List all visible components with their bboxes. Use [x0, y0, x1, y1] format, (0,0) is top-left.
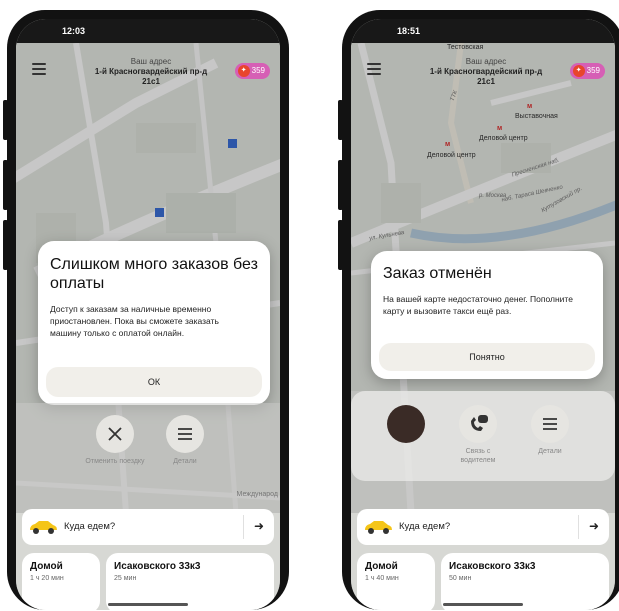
address-selector[interactable]: Ваш адрес 1-й Красногвардейский пр-д 21с… — [411, 57, 561, 87]
dialog-body: Доступ к заказам за наличные временно пр… — [50, 304, 219, 338]
favorite-subtitle: 1 ч 20 мин — [30, 575, 64, 582]
plus-icon: ✦ — [572, 65, 585, 77]
menu-icon — [367, 63, 381, 65]
details-label: Детали — [538, 448, 562, 455]
plus-points-badge[interactable]: ✦ 359 — [234, 63, 270, 79]
phone-side-button — [3, 100, 8, 140]
status-time: 18:51 — [397, 26, 421, 36]
favorite-title: Исаковского 33к3 — [449, 561, 536, 572]
plus-points-badge[interactable]: ✦ 359 — [569, 63, 605, 79]
driver-avatar[interactable] — [387, 405, 425, 443]
phone-right: Тестовская ТТК м Выставочная м Деловой ц… — [338, 10, 619, 610]
favorite-address[interactable]: Исаковского 33к3 50 мин — [441, 553, 609, 610]
bottom-panel: Связь с водителем Детали Куда едем? ➜ До… — [351, 391, 615, 610]
cancel-ride-label: Отменить поездку — [85, 458, 145, 465]
status-bar: 12:03 — [16, 19, 280, 43]
address-label: Ваш адрес — [130, 57, 172, 66]
favorite-subtitle: 25 мин — [114, 575, 137, 582]
details-label: Детали — [173, 458, 197, 465]
favorite-title: Домой — [365, 561, 398, 572]
home-indicator[interactable] — [443, 603, 523, 606]
arrow-right-icon[interactable]: ➜ — [254, 519, 264, 533]
error-dialog: Слишком много заказов без оплаты Доступ … — [38, 241, 270, 405]
details-button[interactable] — [531, 405, 569, 443]
where-to-placeholder: Куда едем? — [399, 521, 451, 532]
plus-icon: ✦ — [237, 65, 250, 77]
favorite-title: Домой — [30, 561, 63, 572]
bottom-panel: Отменить поездку Детали Международ Куда … — [16, 403, 280, 610]
phone-side-button — [338, 160, 343, 210]
cancel-ride-button[interactable] — [96, 415, 134, 453]
ok-button[interactable]: ОК — [46, 367, 262, 397]
taxi-icon — [365, 521, 392, 534]
address-main: 1-й Красногвардейский пр-д — [429, 67, 543, 76]
phone-chat-icon — [471, 415, 488, 431]
map-label: Международ — [236, 491, 278, 498]
address-main: 1-й Красногвардейский пр-д — [94, 67, 208, 76]
plus-points-value: 359 — [251, 66, 265, 75]
menu-icon — [32, 63, 46, 65]
got-it-button[interactable]: Понятно — [379, 343, 595, 371]
favorite-title: Исаковского 33к3 — [114, 561, 201, 572]
phone-side-button — [338, 220, 343, 270]
divider — [243, 515, 244, 539]
phone-side-button — [338, 100, 343, 140]
where-to-placeholder: Куда едем? — [64, 521, 116, 532]
menu-button[interactable] — [32, 63, 46, 75]
favorite-address[interactable]: Исаковского 33к3 25 мин — [106, 553, 274, 610]
favorite-subtitle: 1 ч 40 мин — [365, 575, 399, 582]
divider — [578, 515, 579, 539]
details-button[interactable] — [166, 415, 204, 453]
screen-right: Тестовская ТТК м Выставочная м Деловой ц… — [351, 19, 615, 610]
status-bar: 18:51 — [351, 19, 615, 43]
where-to-field[interactable]: Куда едем? ➜ — [357, 509, 609, 545]
arrow-right-icon[interactable]: ➜ — [589, 519, 599, 533]
taxi-icon — [30, 521, 57, 534]
phone-side-button — [3, 160, 8, 210]
favorite-home[interactable]: Домой 1 ч 40 мин — [357, 553, 435, 610]
status-time: 12:03 — [62, 26, 86, 36]
address-sub: 21с1 — [142, 77, 160, 86]
screen-left: 12:03 Ваш адрес 1-й Красногвардейский пр… — [16, 19, 280, 610]
menu-lines-icon — [543, 418, 557, 430]
home-indicator[interactable] — [108, 603, 188, 606]
menu-button[interactable] — [367, 63, 381, 75]
menu-lines-icon — [178, 428, 192, 440]
contact-driver-button[interactable] — [459, 405, 497, 443]
address-sub: 21с1 — [477, 77, 495, 86]
close-icon — [108, 427, 122, 441]
where-to-field[interactable]: Куда едем? ➜ — [22, 509, 274, 545]
phone-left: 12:03 Ваш адрес 1-й Красногвардейский пр… — [3, 10, 289, 610]
order-cancelled-dialog: Заказ отменён На вашей карте недостаточн… — [371, 251, 603, 379]
dialog-title: Слишком много заказов без оплаты — [50, 256, 258, 292]
address-label: Ваш адрес — [465, 57, 507, 66]
favorite-home[interactable]: Домой 1 ч 20 мин — [22, 553, 100, 610]
phone-side-button — [3, 220, 8, 270]
dialog-title: Заказ отменён — [383, 265, 492, 282]
address-selector[interactable]: Ваш адрес 1-й Красногвардейский пр-д 21с… — [76, 57, 226, 87]
favorite-subtitle: 50 мин — [449, 575, 472, 582]
contact-driver-label: Связь с водителем — [460, 448, 496, 464]
plus-points-value: 359 — [586, 66, 600, 75]
dialog-body: На вашей карте недостаточно денег. Попол… — [383, 294, 573, 316]
